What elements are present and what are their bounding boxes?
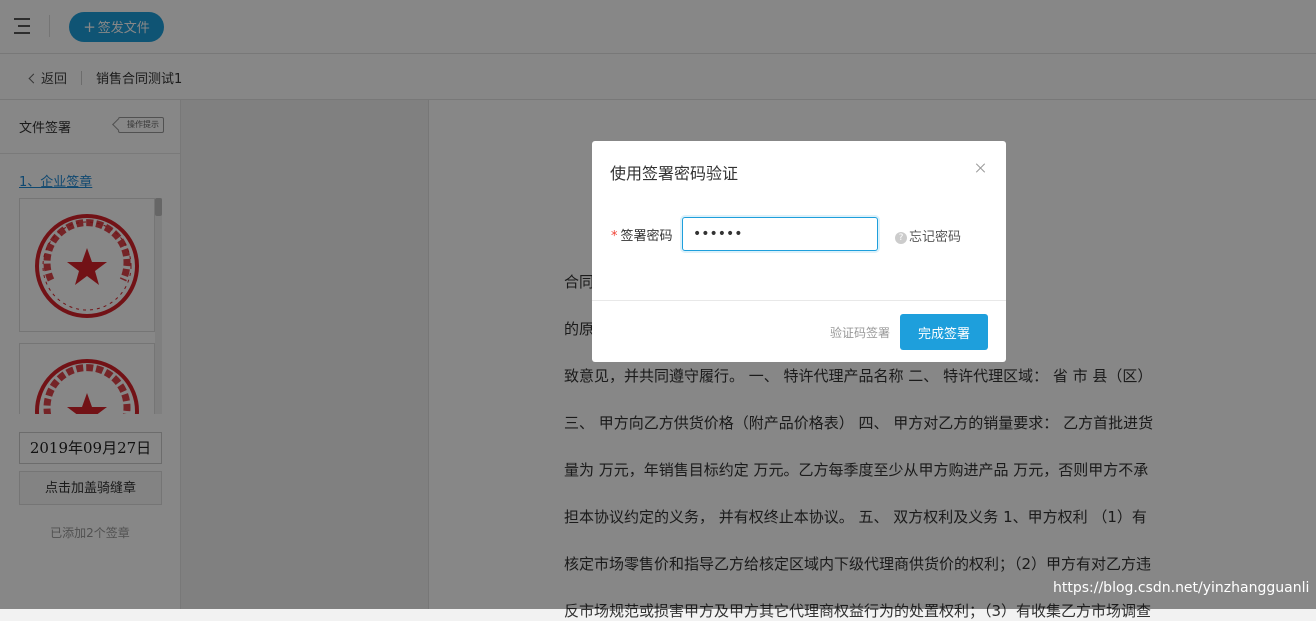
dialog-title: 使用签署密码验证 [610,164,739,183]
forgot-password-link[interactable]: ? 忘记密码 [895,226,961,245]
required-asterisk: * [611,229,618,244]
sign-password-input[interactable] [682,217,878,251]
dialog-footer-divider [592,300,1006,301]
password-label: * 签署密码 [611,225,673,244]
password-label-text: 签署密码 [620,229,673,244]
question-icon: ? [895,232,907,244]
sms-code-sign-link[interactable]: 验证码签署 [830,324,890,341]
forgot-password-label: 忘记密码 [909,230,962,245]
close-icon[interactable] [974,161,988,175]
finish-signing-button[interactable]: 完成签署 [900,314,988,350]
watermark-text: https://blog.csdn.net/yinzhangguanli [1053,580,1310,596]
password-verify-dialog: 使用签署密码验证 * 签署密码 ? 忘记密码 验证码签署 完成签署 [592,141,1006,362]
